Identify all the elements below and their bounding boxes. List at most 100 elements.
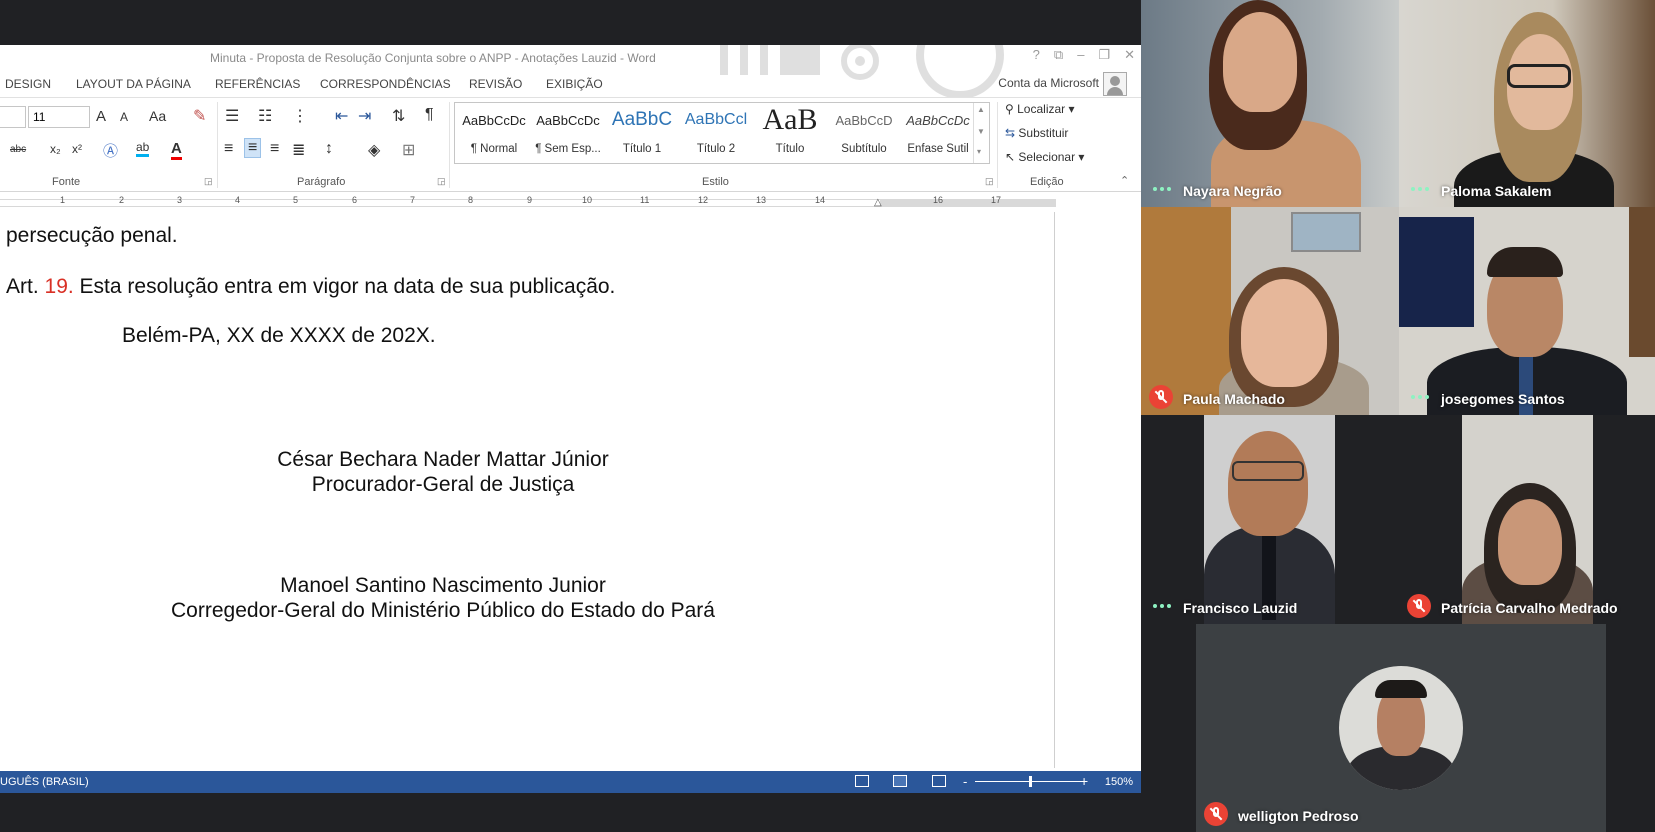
tab-design[interactable]: DESIGN: [5, 77, 51, 91]
strikethrough-button[interactable]: abc: [10, 144, 26, 155]
style-subtitle[interactable]: AaBbCcD Subtítulo: [827, 103, 901, 163]
speaking-indicator-icon: [1153, 187, 1173, 193]
zoom-level[interactable]: 150%: [1105, 776, 1133, 788]
document-body[interactable]: persecução penal. Art. 19. Esta resoluçã…: [0, 212, 1054, 768]
decrease-indent-icon[interactable]: ⇤: [335, 106, 348, 126]
style-sample: AaBbCcDc: [906, 113, 970, 128]
doc-line: persecução penal.: [6, 224, 178, 247]
align-right-icon[interactable]: ≡: [270, 140, 279, 158]
replace-icon: ⇆: [1005, 126, 1019, 140]
participant-video-face: [1241, 279, 1327, 387]
page-edge: [1054, 212, 1055, 768]
change-case-button[interactable]: Aa: [149, 108, 166, 124]
show-marks-button[interactable]: ¶: [425, 106, 434, 124]
styles-launcher-icon[interactable]: ◲: [985, 176, 994, 187]
increase-indent-icon[interactable]: ⇥: [358, 106, 371, 126]
dialog-launcher-icon[interactable]: ◲: [204, 176, 213, 187]
bullets-icon[interactable]: ☰: [225, 106, 239, 126]
tab-layout[interactable]: LAYOUT DA PÁGINA: [76, 77, 191, 91]
minimize-button[interactable]: –: [1077, 47, 1084, 63]
shrink-font-button[interactable]: A: [120, 110, 128, 124]
web-layout-icon[interactable]: [932, 775, 946, 787]
collapse-ribbon-icon[interactable]: ⌃: [1120, 174, 1129, 187]
style-name: Título 1: [622, 143, 662, 155]
participant-name: Francisco Lauzid: [1183, 600, 1298, 616]
numbering-icon[interactable]: ☷: [258, 106, 272, 126]
text-effects-icon[interactable]: Ⓐ: [103, 140, 118, 161]
tab-mailings[interactable]: CORRESPONDÊNCIAS: [320, 77, 451, 91]
speaking-indicator-icon: [1411, 395, 1431, 401]
tab-references[interactable]: REFERÊNCIAS: [215, 77, 300, 91]
zoom-in-button[interactable]: +: [1080, 773, 1088, 789]
style-subtle-emphasis[interactable]: AaBbCcDc Ênfase Sutil: [901, 103, 975, 163]
participant-tile[interactable]: Patrícia Carvalho Medrado: [1399, 415, 1655, 624]
ruler-number: 1: [60, 195, 66, 205]
ruler-number: 13: [756, 195, 767, 205]
line-spacing-icon[interactable]: ↕: [325, 140, 333, 158]
highlight-icon[interactable]: ab: [136, 140, 150, 157]
paragraph-launcher-icon[interactable]: ◲: [437, 176, 446, 187]
tab-review[interactable]: REVISÃO: [469, 77, 522, 91]
participant-tile[interactable]: josegomes Santos: [1399, 207, 1655, 415]
style-sample: AaBbC: [611, 109, 673, 130]
participant-tile[interactable]: Francisco Lauzid: [1141, 415, 1399, 624]
style-normal[interactable]: AaBbCcDc ¶ Normal: [457, 103, 531, 163]
ribbon-display-button[interactable]: ⧉: [1054, 47, 1063, 63]
group-label-estilo: Estilo: [702, 176, 729, 188]
participant-tile[interactable]: welligton Pedroso: [1196, 624, 1606, 832]
participant-tile[interactable]: Nayara Negrão: [1141, 0, 1399, 207]
ruler-bar: [0, 199, 880, 207]
scroll-down-icon[interactable]: ▼: [977, 127, 985, 136]
wall-painting: [1399, 217, 1474, 327]
zoom-slider-thumb[interactable]: [1029, 776, 1032, 787]
select-label: Selecionar: [1018, 150, 1076, 164]
speaking-indicator-icon: [1411, 187, 1431, 193]
video-background: [1629, 207, 1655, 357]
multilevel-list-icon[interactable]: ⋮: [292, 106, 308, 126]
close-button[interactable]: ✕: [1124, 47, 1135, 63]
read-mode-icon[interactable]: [855, 775, 869, 787]
participant-video-face: [1228, 431, 1308, 536]
help-button[interactable]: ?: [1033, 47, 1040, 63]
account-avatar-icon[interactable]: [1103, 72, 1127, 96]
replace-label: Substituir: [1018, 126, 1069, 140]
find-button[interactable]: ⚲ Localizar ▾: [1005, 102, 1075, 116]
style-heading-1[interactable]: AaBbC Título 1: [605, 103, 679, 163]
sort-icon[interactable]: ⇅: [392, 106, 405, 126]
font-color-button[interactable]: A: [171, 140, 182, 160]
restore-button[interactable]: ❐: [1098, 47, 1110, 63]
ruler-number: 4: [235, 195, 241, 205]
participant-name: Nayara Negrão: [1183, 183, 1282, 199]
zoom-out-button[interactable]: -: [963, 774, 967, 789]
style-title[interactable]: AaB Título: [753, 103, 827, 163]
shading-icon[interactable]: ◈: [368, 140, 380, 160]
participant-tile[interactable]: Paula Machado: [1141, 207, 1399, 415]
print-layout-icon[interactable]: [893, 775, 907, 787]
font-size-field[interactable]: 11: [28, 106, 90, 128]
participant-tile[interactable]: Paloma Sakalem: [1399, 0, 1655, 207]
participant-avatar: [1339, 666, 1463, 790]
style-name: Subtítulo: [841, 143, 887, 155]
horizontal-ruler[interactable]: 1 2 3 4 5 6 7 8 9 10 11 12 13 14 16 17 △: [0, 193, 1060, 211]
scroll-up-icon[interactable]: ▲: [977, 105, 985, 114]
style-no-spacing[interactable]: AaBbCcDc ¶ Sem Esp...: [531, 103, 605, 163]
superscript-button[interactable]: x²: [72, 142, 82, 156]
select-button[interactable]: ↖ Selecionar ▾: [1005, 150, 1084, 164]
font-name-field[interactable]: [0, 106, 26, 128]
language-status[interactable]: UGUÊS (BRASIL): [0, 776, 89, 788]
grow-font-button[interactable]: A: [96, 108, 106, 125]
more-styles-icon[interactable]: ▾: [977, 147, 981, 156]
replace-button[interactable]: ⇆ Substituir: [1005, 126, 1068, 140]
subscript-button[interactable]: x₂: [50, 142, 61, 156]
align-left-icon[interactable]: ≡: [224, 140, 233, 158]
ruler-number: 9: [527, 195, 533, 205]
justify-icon[interactable]: ≣: [292, 140, 305, 160]
right-indent-marker-icon[interactable]: △: [874, 197, 882, 208]
style-heading-2[interactable]: AaBbCcl Título 2: [679, 103, 753, 163]
clear-format-icon[interactable]: ✎: [193, 106, 206, 126]
tab-view[interactable]: EXIBIÇÃO: [546, 77, 603, 91]
styles-scroll[interactable]: ▲ ▼ ▾: [973, 103, 989, 163]
borders-icon[interactable]: ⊞: [402, 140, 415, 160]
account-menu[interactable]: Conta da Microsoft: [998, 76, 1099, 90]
align-center-icon[interactable]: ≡: [244, 138, 262, 158]
